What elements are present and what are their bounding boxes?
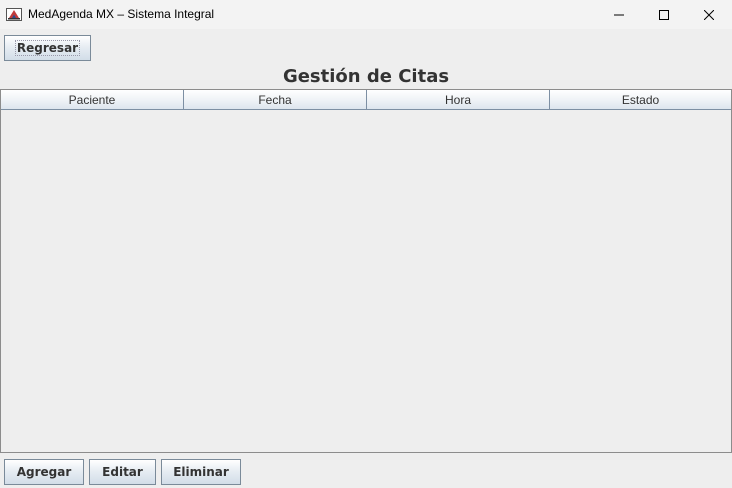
close-icon xyxy=(704,9,714,20)
table-body[interactable] xyxy=(1,110,731,452)
minimize-icon xyxy=(614,10,624,20)
appointments-table[interactable]: Paciente Fecha Hora Estado xyxy=(0,89,732,453)
back-button[interactable]: Regresar xyxy=(4,35,91,61)
column-header-paciente[interactable]: Paciente xyxy=(1,90,184,110)
maximize-icon xyxy=(659,9,669,20)
app-java-icon xyxy=(6,6,23,22)
column-header-estado[interactable]: Estado xyxy=(550,90,731,110)
delete-button[interactable]: Eliminar xyxy=(161,459,241,485)
minimize-button[interactable] xyxy=(596,0,642,29)
add-button[interactable]: Agregar xyxy=(4,459,84,485)
maximize-button[interactable] xyxy=(641,0,687,29)
column-header-hora[interactable]: Hora xyxy=(367,90,550,110)
column-header-fecha[interactable]: Fecha xyxy=(184,90,367,110)
table-header: Paciente Fecha Hora Estado xyxy=(1,90,731,110)
page-title: Gestión de Citas xyxy=(282,66,450,87)
back-button-label: Regresar xyxy=(14,40,81,56)
close-button[interactable] xyxy=(686,0,732,29)
window-title: MedAgenda MX – Sistema Integral xyxy=(28,7,215,21)
edit-button[interactable]: Editar xyxy=(89,459,156,485)
window-titlebar[interactable]: MedAgenda MX – Sistema Integral xyxy=(0,0,732,29)
